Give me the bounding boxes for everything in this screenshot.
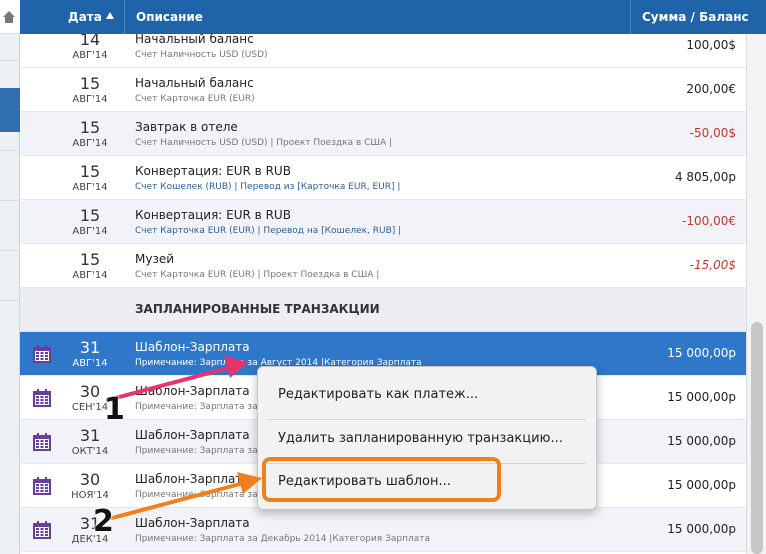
nav-divider xyxy=(0,250,20,251)
row-day: 31 xyxy=(79,426,101,445)
vertical-scrollbar[interactable] xyxy=(746,34,766,554)
calendar-icon xyxy=(33,345,51,363)
row-month: АВГ'14 xyxy=(72,226,108,237)
transaction-row[interactable]: 14 АВГ'14 Начальный баланс Счет Наличнос… xyxy=(20,34,746,68)
row-title: Шаблон-Зарплата xyxy=(135,340,250,354)
row-title: Шаблон-Зарплата xyxy=(135,516,250,530)
column-divider xyxy=(124,0,125,34)
highlight-box xyxy=(262,457,501,502)
row-details: Счет Карточка EUR (EUR) | Перевод на [Ко… xyxy=(135,226,402,236)
calendar-icon xyxy=(33,389,51,407)
home-icon xyxy=(3,11,15,23)
row-amount: 15 000,00р xyxy=(667,478,736,492)
row-amount: 15 000,00р xyxy=(667,346,736,360)
menu-separator xyxy=(268,419,586,420)
sort-ascending-icon[interactable] xyxy=(106,12,114,19)
column-divider xyxy=(630,0,631,34)
transaction-row[interactable]: 15 АВГ'14 Музей Счет Карточка EUR (EUR) … xyxy=(20,244,746,288)
nav-divider xyxy=(0,150,20,151)
row-details: Счет Наличность USD (USD) xyxy=(135,50,268,60)
row-amount: 4 805,00р xyxy=(674,170,736,184)
scrollbar-thumb[interactable] xyxy=(751,322,763,554)
row-title: Шаблон-Зарплата xyxy=(135,384,250,398)
nav-divider xyxy=(0,60,20,61)
transaction-row[interactable]: 15 АВГ'14 Конвертация: EUR в RUB Счет Ко… xyxy=(20,156,746,200)
calendar-icon xyxy=(33,477,51,495)
row-title: Конвертация: EUR в RUB xyxy=(135,208,291,222)
row-amount: 15 000,00р xyxy=(667,390,736,404)
row-month: НОЯ'14 xyxy=(71,490,109,501)
transaction-row[interactable]: 15 АВГ'14 Завтрак в отеле Счет Наличност… xyxy=(20,112,746,156)
row-day: 30 xyxy=(79,470,101,489)
scheduled-section-header: ЗАПЛАНИРОВАННЫЕ ТРАНЗАКЦИИ xyxy=(20,288,746,332)
row-month: АВГ'14 xyxy=(72,270,108,281)
row-day: 15 xyxy=(79,162,101,181)
menu-item-edit-as-payment[interactable]: Редактировать как платеж... xyxy=(258,377,596,413)
table-header: Дата Описание Сумма / Баланс xyxy=(20,0,766,34)
callout-number-1: 1 xyxy=(104,392,125,427)
nav-divider xyxy=(0,300,20,301)
row-amount: 200,00€ xyxy=(686,82,736,96)
row-title: Шаблон-Зарплата xyxy=(135,472,250,486)
row-month: АВГ'14 xyxy=(72,50,108,61)
row-amount: 15 000,00р xyxy=(667,522,736,536)
row-amount: -50,00$ xyxy=(689,126,736,140)
nav-divider xyxy=(0,200,20,201)
row-amount: -100,00€ xyxy=(682,214,736,228)
section-title: ЗАПЛАНИРОВАННЫЕ ТРАНЗАКЦИИ xyxy=(135,302,380,316)
row-title: Завтрак в отеле xyxy=(135,120,238,134)
home-button[interactable] xyxy=(0,0,20,34)
row-amount: 100,00$ xyxy=(686,38,736,52)
left-nav-rail xyxy=(0,0,20,554)
callout-number-2: 2 xyxy=(93,504,114,539)
row-details: Примечание: Зарплата за Декабрь 2014 |Ка… xyxy=(135,534,430,544)
calendar-icon xyxy=(33,521,51,539)
row-month: АВГ'14 xyxy=(72,138,108,149)
row-title: Конвертация: EUR в RUB xyxy=(135,164,291,178)
column-header-date[interactable]: Дата xyxy=(68,10,102,24)
nav-item-selected[interactable] xyxy=(0,88,20,132)
row-day: 14 xyxy=(79,34,101,49)
row-details: Счет Карточка EUR (EUR) | Проект Поездка… xyxy=(135,270,380,280)
row-title: Начальный баланс xyxy=(135,34,254,46)
row-details: Счет Наличность USD (USD) | Проект Поезд… xyxy=(135,138,393,148)
row-month: АВГ'14 xyxy=(72,182,108,193)
calendar-icon xyxy=(33,433,51,451)
row-month: АВГ'14 xyxy=(72,358,108,369)
row-day: 15 xyxy=(79,250,101,269)
column-header-amount[interactable]: Сумма / Баланс xyxy=(642,10,749,24)
row-amount: -15,00$ xyxy=(689,258,736,272)
row-title: Начальный баланс xyxy=(135,76,254,90)
row-day: 15 xyxy=(79,118,101,137)
row-amount: 15 000,00р xyxy=(667,434,736,448)
column-header-description[interactable]: Описание xyxy=(136,10,203,24)
row-title: Шаблон-Зарплата xyxy=(135,428,250,442)
row-day: 15 xyxy=(79,206,101,225)
menu-item-delete-scheduled[interactable]: Удалить запланированную транзакцию... xyxy=(258,421,596,457)
row-day: 31 xyxy=(79,338,101,357)
transaction-row[interactable]: 15 АВГ'14 Начальный баланс Счет Карточка… xyxy=(20,68,746,112)
row-month: АВГ'14 xyxy=(72,94,108,105)
scheduled-row[interactable]: 31 ДЕК'14 Шаблон-Зарплата Примечание: За… xyxy=(20,508,746,552)
row-details: Счет Кошелек (RUB) | Перевод из [Карточк… xyxy=(135,182,401,192)
row-day: 15 xyxy=(79,74,101,93)
row-title: Музей xyxy=(135,252,175,266)
row-details: Счет Карточка EUR (EUR) xyxy=(135,94,255,104)
transaction-row[interactable]: 15 АВГ'14 Конвертация: EUR в RUB Счет Ка… xyxy=(20,200,746,244)
row-month: ОКТ'14 xyxy=(71,446,109,457)
